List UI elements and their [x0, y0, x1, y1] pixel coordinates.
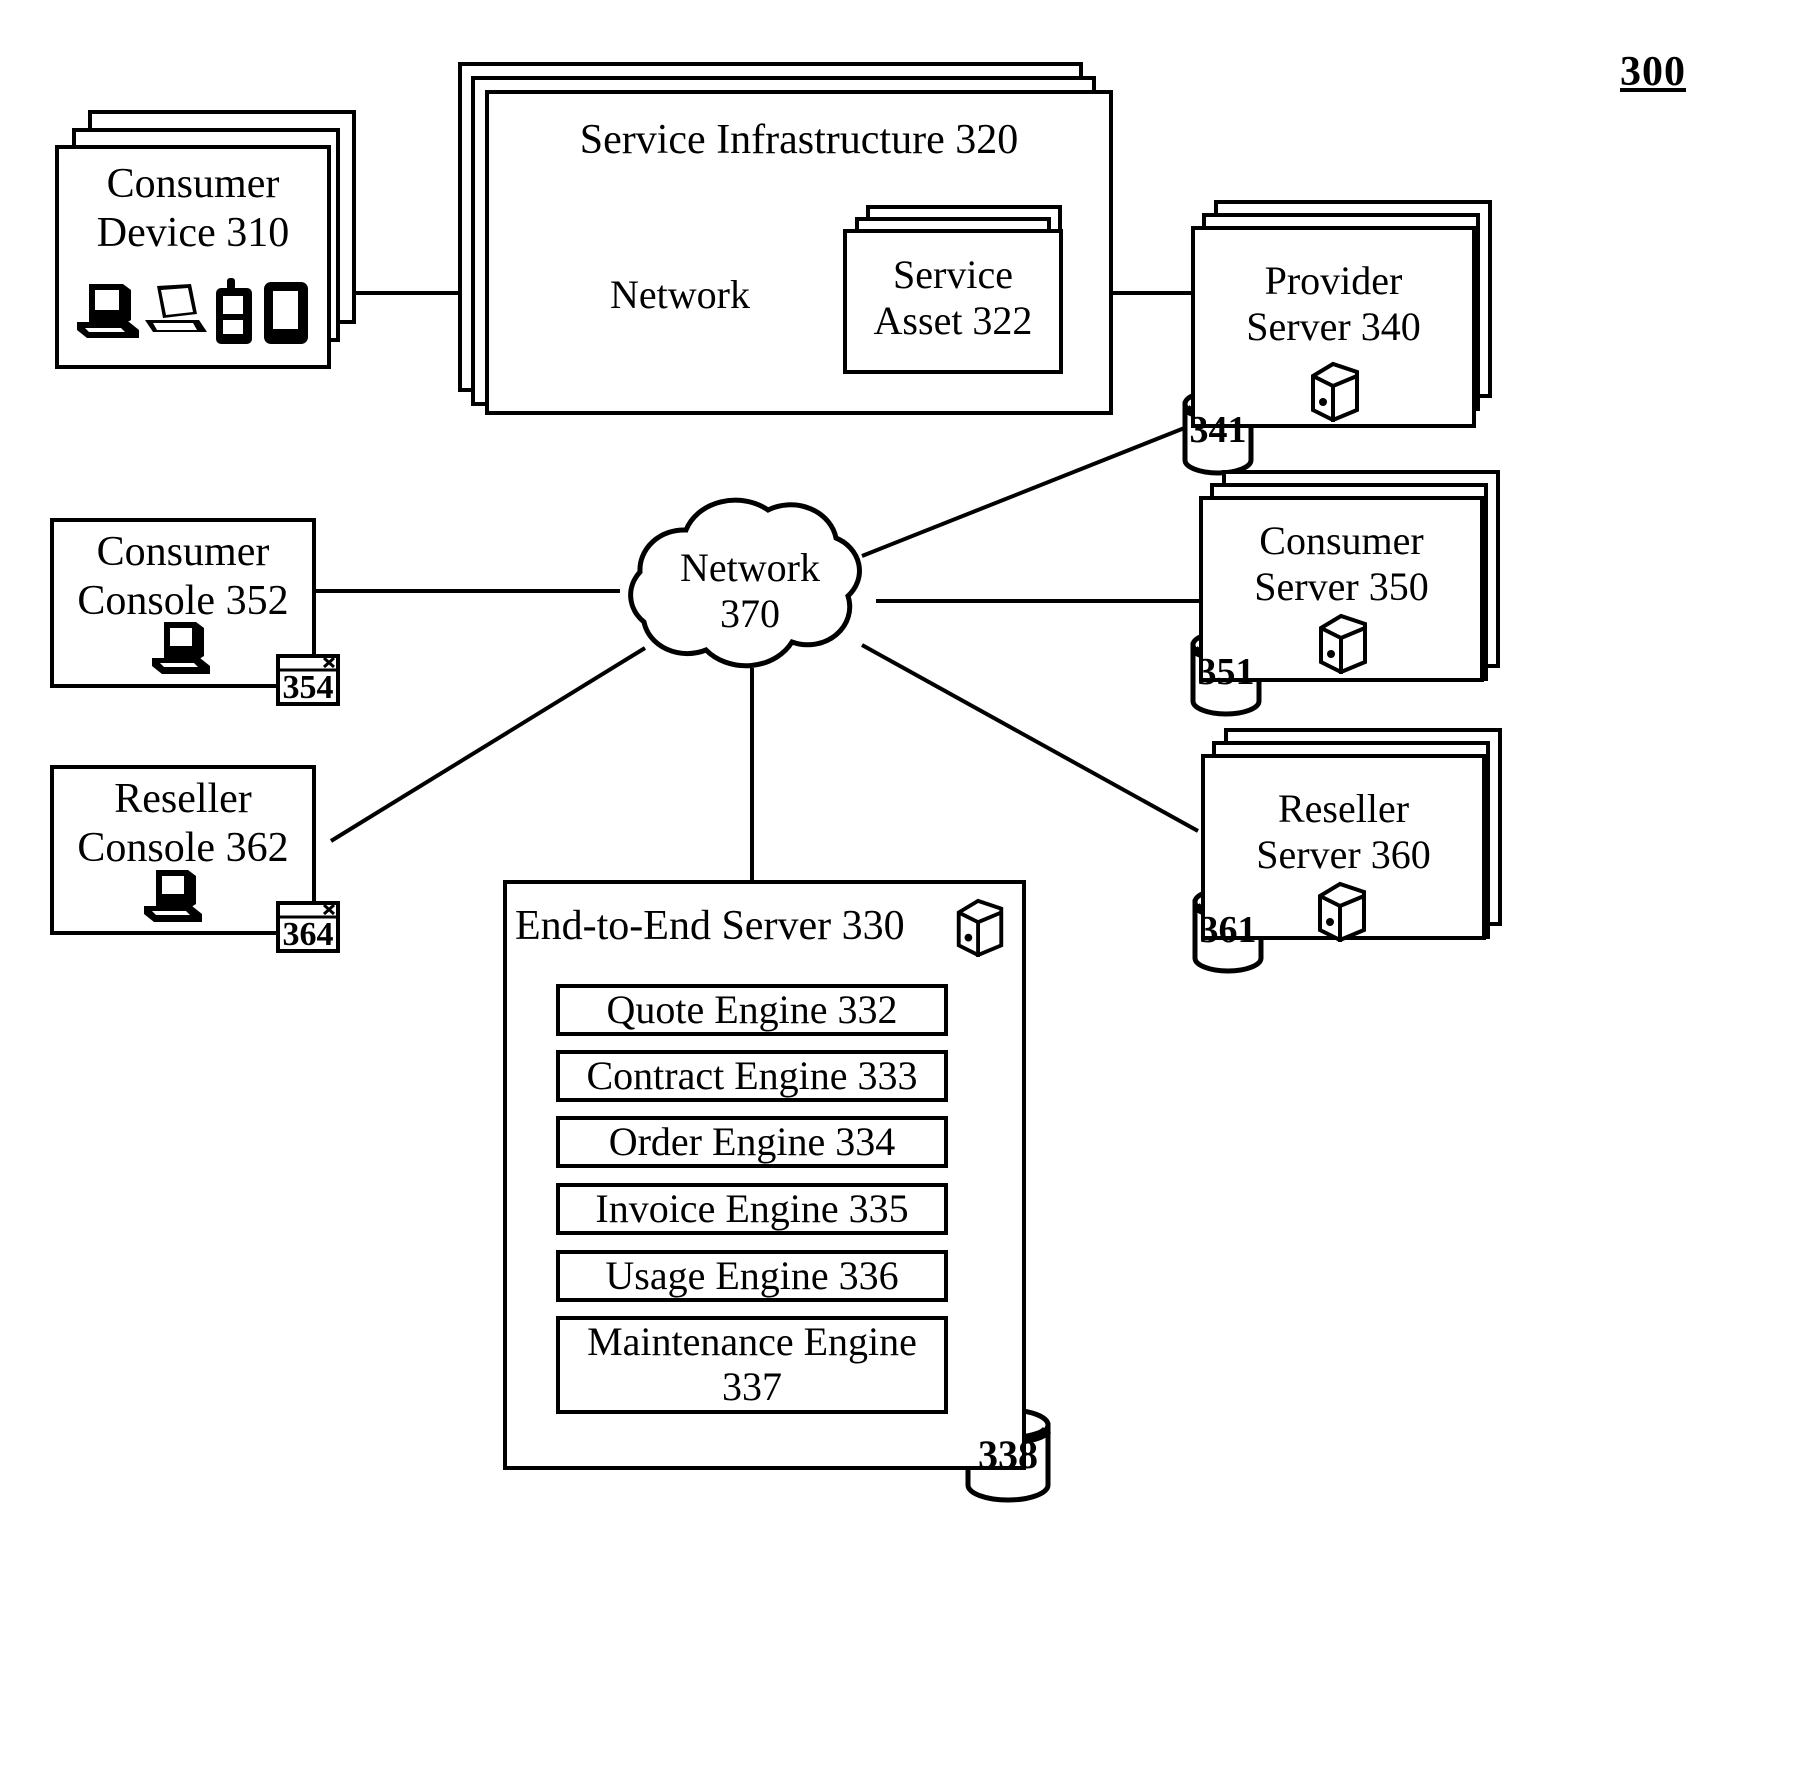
cell-phone-icon	[216, 278, 252, 344]
consumer-console-label: Consumer Console 352	[77, 529, 289, 624]
service-asset-label: Service Asset 322	[873, 252, 1033, 344]
reseller-console-label: Reseller Console 362	[77, 776, 289, 871]
link-net370-to-reseller-server	[861, 643, 1199, 833]
engine-quote-label: Quote Engine 332	[606, 986, 898, 1032]
engine-usage-label: Usage Engine 336	[605, 1252, 899, 1298]
consumer-device-icons	[77, 278, 308, 344]
window-354-label: 354	[282, 669, 334, 706]
database-351-label: 351	[1197, 651, 1255, 693]
engine-order-label: Order Engine 334	[608, 1118, 896, 1164]
link-net370-to-reseller-console	[329, 646, 647, 843]
e2e-server-tower-icon	[956, 898, 1004, 957]
reseller-console-desktop-computer-icon	[144, 870, 202, 922]
reseller-server-tower-icon	[1318, 881, 1366, 942]
reseller-server-label: Reseller Server 360	[1256, 786, 1431, 878]
desktop-computer-icon	[77, 284, 139, 338]
engine-invoice-label: Invoice Engine 335	[595, 1185, 909, 1231]
database-341-label: 341	[1189, 409, 1247, 451]
link-net370-to-341	[861, 423, 1193, 558]
service-infrastructure-label: Service Infrastructure 320	[579, 117, 1019, 163]
service-network-label: Network	[610, 272, 750, 317]
close-icon	[322, 656, 336, 669]
network-370-label: Network 370	[680, 545, 820, 637]
figure-number: 300	[1620, 49, 1686, 95]
database-338-label: 338	[978, 1432, 1038, 1477]
engine-invoice[interactable]: Invoice Engine 335	[556, 1183, 948, 1235]
engine-quote[interactable]: Quote Engine 332	[556, 984, 948, 1036]
window-364-label: 364	[282, 916, 334, 953]
engine-usage[interactable]: Usage Engine 336	[556, 1250, 948, 1302]
consumer-console-desktop-computer-icon	[152, 622, 210, 674]
patent-figure-300: Consumer Device 310 Service Infrastructu…	[0, 0, 1797, 1783]
engine-contract-label: Contract Engine 333	[586, 1052, 918, 1098]
pda-icon	[264, 282, 308, 344]
engine-maintenance[interactable]: Maintenance Engine 337	[556, 1316, 948, 1414]
consumer-server-tower-icon	[1319, 613, 1367, 674]
engine-maintenance-label: Maintenance Engine 337	[587, 1319, 917, 1409]
end-to-end-server-label: End-to-End Server 330	[515, 903, 905, 949]
database-361-label: 361	[1199, 909, 1257, 951]
close-icon	[322, 903, 336, 916]
engine-contract[interactable]: Contract Engine 333	[556, 1050, 948, 1102]
engine-order[interactable]: Order Engine 334	[556, 1116, 948, 1168]
consumer-device-label: Consumer Device 310	[96, 161, 290, 256]
provider-server-tower-icon	[1311, 361, 1359, 422]
provider-server-label: Provider Server 340	[1246, 258, 1421, 350]
consumer-server-label: Consumer Server 350	[1254, 518, 1429, 610]
laptop-icon	[145, 284, 207, 332]
